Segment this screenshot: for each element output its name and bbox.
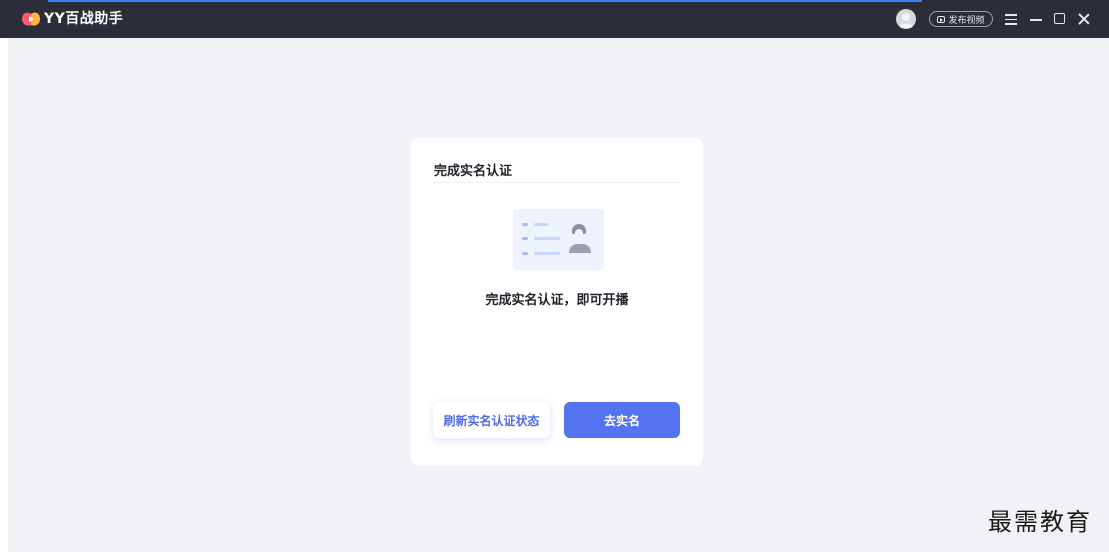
maximize-icon[interactable] bbox=[1053, 12, 1067, 26]
loading-progress-line bbox=[48, 0, 922, 2]
minimize-icon[interactable] bbox=[1029, 12, 1043, 26]
app-title: YY百战助手 bbox=[44, 11, 124, 27]
go-verify-button[interactable]: 去实名 bbox=[564, 402, 680, 438]
publish-video-label: 发布视频 bbox=[948, 15, 985, 26]
refresh-verification-status-button[interactable]: 刷新实名认证状态 bbox=[433, 402, 550, 438]
id-photo-head-icon bbox=[572, 224, 586, 234]
publish-video-button[interactable]: 发布视频 bbox=[929, 11, 993, 27]
close-icon[interactable] bbox=[1077, 12, 1091, 26]
id-photo-body-icon bbox=[569, 244, 591, 253]
id-card-illustration bbox=[513, 209, 604, 270]
divider bbox=[433, 182, 680, 183]
menu-icon[interactable] bbox=[1004, 12, 1018, 26]
avatar-icon bbox=[899, 13, 913, 28]
watermark: 最需教育 bbox=[988, 508, 1092, 536]
title-bar: YY百战助手 发布视频 bbox=[0, 0, 1109, 38]
avatar[interactable] bbox=[896, 9, 916, 29]
verification-card: 完成实名认证 完成实名认证，即可开播 刷新实名认证状态 去实名 bbox=[411, 138, 703, 466]
publish-video-icon bbox=[937, 15, 946, 23]
verification-message: 完成实名认证，即可开播 bbox=[485, 293, 629, 308]
logo-icon bbox=[22, 12, 40, 26]
card-title: 完成实名认证 bbox=[434, 164, 513, 179]
